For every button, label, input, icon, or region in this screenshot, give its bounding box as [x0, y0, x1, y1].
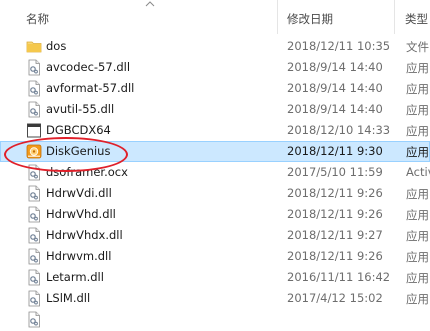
file-modified-date: 2018/12/11 9:26: [287, 249, 383, 263]
file-modified-date: 2018/12/11 9:30: [287, 144, 383, 158]
file-row[interactable]: DGBCDX64 2018/12/10 14:33 应用: [0, 120, 430, 141]
file-modified-date: 2016/11/11 16:42: [287, 270, 391, 284]
file-name: DGBCDX64: [46, 123, 111, 137]
dll-file-icon: [26, 185, 42, 202]
file-row[interactable]: dsoframer.ocx 2017/5/10 11:59 Activ: [0, 162, 430, 183]
file-modified-date: 2017/4/12 15:02: [287, 291, 383, 305]
sort-ascending-icon[interactable]: [145, 1, 155, 7]
column-divider[interactable]: [277, 0, 278, 34]
file-type: 应用: [406, 61, 429, 75]
file-type: 应用: [406, 229, 429, 243]
file-modified-date: 2018/12/11 9:26: [287, 186, 383, 200]
dll-file-icon: [26, 227, 42, 244]
file-name: dos: [46, 39, 67, 53]
file-row[interactable]: HdrwVhd.dll 2018/12/11 9:26 应用: [0, 204, 430, 225]
file-type: 应用: [406, 271, 429, 285]
dll-file-icon: [26, 248, 42, 265]
file-row[interactable]: LSlM.dll 2017/4/12 15:02 应用: [0, 288, 430, 309]
folder-icon: [26, 38, 42, 55]
dll-file-icon: [26, 80, 42, 97]
file-type: 应用: [406, 103, 429, 117]
dll-file-icon: [26, 311, 42, 328]
dll-file-icon: [26, 101, 42, 118]
file-row[interactable]: dos 2018/12/11 10:35 文件: [0, 36, 430, 57]
file-type: 应用: [406, 145, 429, 159]
dll-file-icon: [26, 206, 42, 223]
file-name: HdrwVhd.dll: [46, 207, 116, 221]
file-type: 应用: [406, 292, 429, 306]
file-type: 应用: [406, 124, 429, 138]
file-modified-date: 2018/12/11 9:26: [287, 207, 383, 221]
file-name: HdrwVdi.dll: [46, 186, 112, 200]
file-modified-date: 2018/12/11 10:35: [287, 39, 391, 53]
column-divider[interactable]: [394, 0, 395, 34]
file-type: 应用: [406, 208, 429, 222]
column-header-name[interactable]: 名称: [26, 11, 49, 27]
file-name: Hdrwvm.dll: [46, 249, 112, 263]
dll-file-icon: [26, 164, 42, 181]
file-row[interactable]: Hdrwvm.dll 2018/12/11 9:26 应用: [0, 246, 430, 267]
file-type: 应用: [406, 187, 429, 201]
diskgenius-app-icon: [26, 143, 42, 160]
file-row[interactable]: Letarm.dll 2016/11/11 16:42 应用: [0, 267, 430, 288]
file-name: avformat-57.dll: [46, 81, 135, 95]
file-name: HdrwVhdx.dll: [46, 228, 123, 242]
file-name: Letarm.dll: [46, 270, 104, 284]
file-row[interactable]: avcodec-57.dll 2018/9/14 14:40 应用: [0, 57, 430, 78]
file-type: 应用: [406, 82, 429, 96]
file-type: Activ: [406, 165, 430, 179]
column-header-bar: 名称 修改日期 类型: [0, 0, 430, 34]
file-name: DiskGenius: [46, 144, 111, 158]
dll-file-icon: [26, 290, 42, 307]
file-type: 文件: [406, 40, 429, 54]
file-row[interactable]: HdrwVdi.dll 2018/12/11 9:26 应用: [0, 183, 430, 204]
file-row-selected[interactable]: DiskGenius 2018/12/11 9:30 应用: [0, 141, 430, 162]
file-modified-date: 2018/9/14 14:40: [287, 102, 383, 116]
file-modified-date: 2018/9/14 14:40: [287, 81, 383, 95]
column-header-date[interactable]: 修改日期: [287, 11, 333, 27]
file-modified-date: 2018/12/10 14:33: [287, 123, 391, 137]
exe-file-icon: [26, 122, 42, 139]
file-name: LSlM.dll: [46, 291, 91, 305]
file-name: dsoframer.ocx: [46, 165, 128, 179]
column-header-type[interactable]: 类型: [405, 11, 428, 27]
file-row[interactable]: avformat-57.dll 2018/9/14 14:40 应用: [0, 78, 430, 99]
dll-file-icon: [26, 269, 42, 286]
dll-file-icon: [26, 59, 42, 76]
file-modified-date: 2018/12/11 9:27: [287, 228, 383, 242]
file-type: 应用: [406, 250, 429, 264]
file-name: avcodec-57.dll: [46, 60, 131, 74]
file-row[interactable]: HdrwVhdx.dll 2018/12/11 9:27 应用: [0, 225, 430, 246]
file-row[interactable]: avutil-55.dll 2018/9/14 14:40 应用: [0, 99, 430, 120]
file-modified-date: 2017/5/10 11:59: [287, 165, 383, 179]
file-row[interactable]: [0, 309, 430, 330]
file-list: dos 2018/12/11 10:35 文件 avcodec-57.dll 2018/…: [0, 36, 430, 330]
file-modified-date: 2018/9/14 14:40: [287, 60, 383, 74]
file-name: avutil-55.dll: [46, 102, 115, 116]
